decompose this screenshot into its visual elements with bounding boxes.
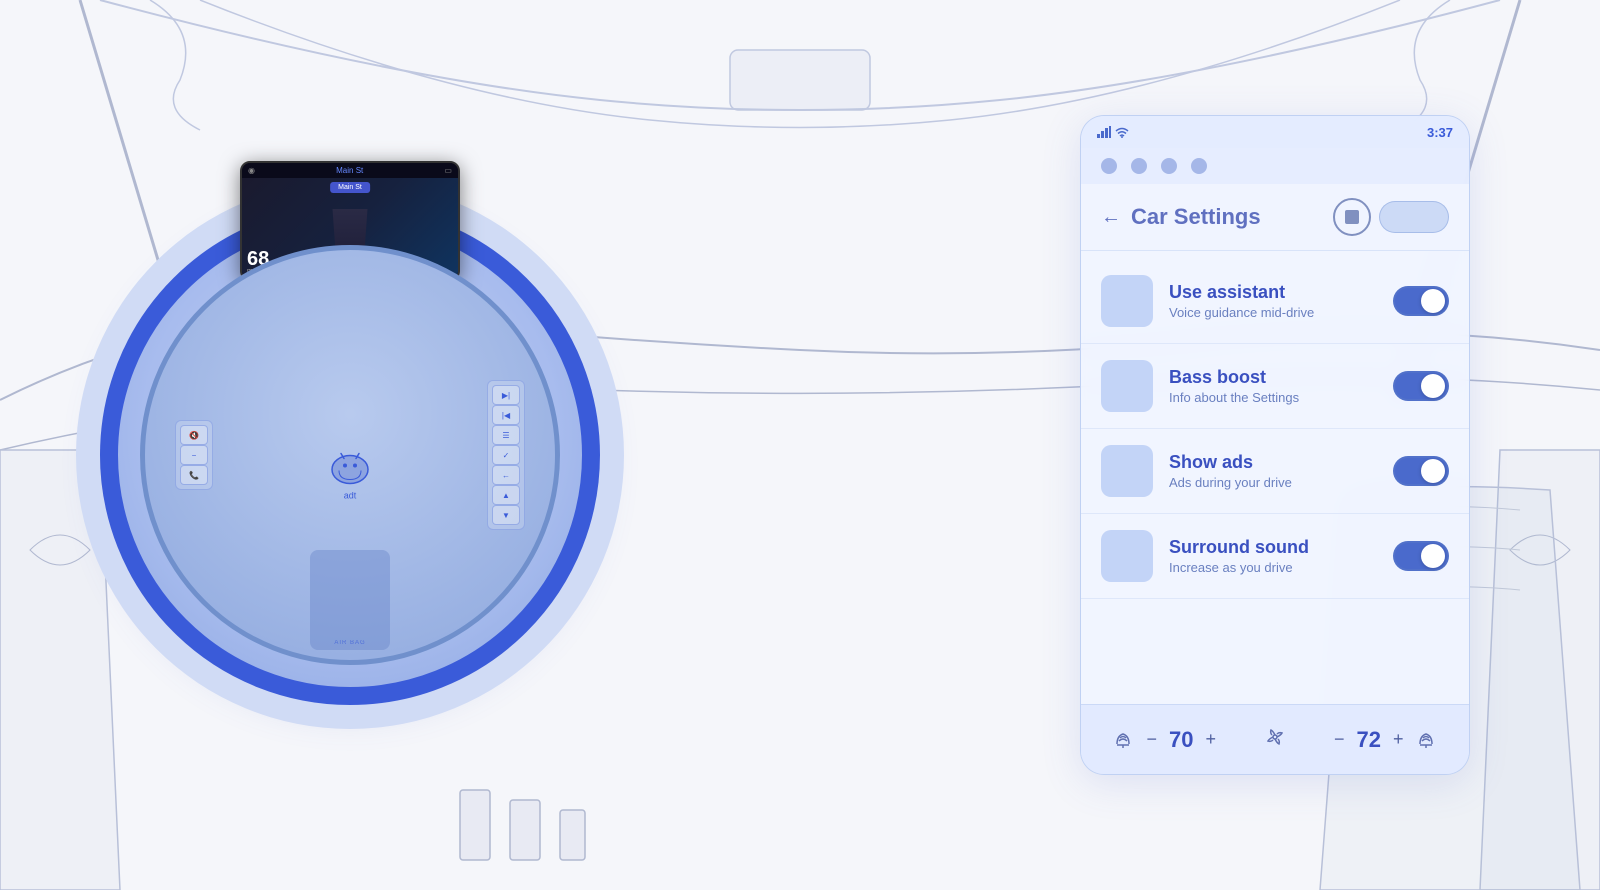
status-bar: 3:37 bbox=[1081, 116, 1469, 148]
steering-buttons-left: 🔇 − 📞 bbox=[175, 420, 213, 490]
header-left: ← Car Settings bbox=[1101, 204, 1261, 230]
setting-text-surround-sound: Surround sound Increase as you drive bbox=[1169, 537, 1377, 575]
wifi-icon bbox=[1115, 126, 1129, 138]
panel-title: Car Settings bbox=[1131, 204, 1261, 230]
climate-left-minus[interactable]: − bbox=[1142, 729, 1161, 750]
setting-item-show-ads: Show ads Ads during your drive bbox=[1081, 429, 1469, 514]
up-btn[interactable]: ▲ bbox=[492, 485, 520, 505]
mute-btn[interactable]: 🔇 bbox=[180, 425, 208, 445]
skip-back-btn[interactable]: |◀ bbox=[492, 405, 520, 425]
nav-street: Main St bbox=[336, 166, 363, 175]
setting-icon-use-assistant bbox=[1101, 275, 1153, 327]
vol-down-btn[interactable]: − bbox=[180, 445, 208, 465]
phone-btn[interactable]: 📞 bbox=[180, 465, 208, 485]
down-btn[interactable]: ▼ bbox=[492, 505, 520, 525]
panel-dot-2 bbox=[1131, 158, 1147, 174]
steering-outer-ring: ◉ Main St ▭ Main St 68 mph bbox=[100, 205, 600, 705]
airbag-label: AIR BAG bbox=[334, 640, 365, 646]
climate-right-minus[interactable]: − bbox=[1330, 729, 1349, 750]
setting-icon-surround-sound bbox=[1101, 530, 1153, 582]
heat-seat-right-icon bbox=[1415, 726, 1437, 754]
settings-panel: 3:37 ← Car Settings Use assistant Voice … bbox=[1080, 115, 1470, 775]
setting-text-use-assistant: Use assistant Voice guidance mid-drive bbox=[1169, 282, 1377, 320]
climate-left-plus[interactable]: + bbox=[1201, 729, 1220, 750]
panel-dot-4 bbox=[1191, 158, 1207, 174]
menu-btn[interactable]: ☰ bbox=[492, 425, 520, 445]
setting-name-use-assistant: Use assistant bbox=[1169, 282, 1377, 303]
setting-name-surround-sound: Surround sound bbox=[1169, 537, 1377, 558]
steering-bottom-spoke: AIR BAG bbox=[310, 550, 390, 650]
setting-desc-surround-sound: Increase as you drive bbox=[1169, 560, 1377, 575]
steering-wheel-section: ◉ Main St ▭ Main St 68 mph bbox=[60, 80, 640, 830]
android-label: adt bbox=[325, 491, 375, 501]
setting-name-bass-boost: Bass boost bbox=[1169, 367, 1377, 388]
panel-dot-1 bbox=[1101, 158, 1117, 174]
settings-list: Use assistant Voice guidance mid-drive B… bbox=[1081, 251, 1469, 701]
header-right bbox=[1333, 198, 1449, 236]
setting-text-show-ads: Show ads Ads during your drive bbox=[1169, 452, 1377, 490]
setting-text-bass-boost: Bass boost Info about the Settings bbox=[1169, 367, 1377, 405]
setting-desc-show-ads: Ads during your drive bbox=[1169, 475, 1377, 490]
android-logo: adt bbox=[325, 450, 375, 501]
steering-left-group: 🔇 − 📞 bbox=[175, 420, 213, 490]
setting-icon-show-ads bbox=[1101, 445, 1153, 497]
nav-street-label: Main St bbox=[330, 182, 370, 193]
header-pill[interactable] bbox=[1379, 201, 1449, 233]
steering-right-group: ▶| |◀ ☰ ✓ ← ▲ ▼ bbox=[487, 380, 525, 530]
steering-buttons-right: ▶| |◀ ☰ ✓ ← ▲ ▼ bbox=[487, 380, 525, 530]
panel-dots-row bbox=[1081, 148, 1469, 184]
toggle-knob-bass-boost bbox=[1421, 374, 1445, 398]
climate-right: − 72 + bbox=[1330, 726, 1438, 754]
setting-desc-bass-boost: Info about the Settings bbox=[1169, 390, 1377, 405]
climate-center bbox=[1263, 725, 1287, 755]
setting-icon-bass-boost bbox=[1101, 360, 1153, 412]
climate-left: − 70 + bbox=[1112, 726, 1220, 754]
back-button[interactable]: ← bbox=[1101, 206, 1121, 229]
check-btn[interactable]: ✓ bbox=[492, 445, 520, 465]
climate-right-value: 72 bbox=[1356, 727, 1380, 753]
stop-button[interactable] bbox=[1333, 198, 1371, 236]
arrow-btn[interactable]: ← bbox=[492, 465, 520, 485]
skip-fwd-btn[interactable]: ▶| bbox=[492, 385, 520, 405]
panel-header: ← Car Settings bbox=[1081, 184, 1469, 251]
climate-left-value: 70 bbox=[1169, 727, 1193, 753]
setting-desc-use-assistant: Voice guidance mid-drive bbox=[1169, 305, 1377, 320]
signal-icon bbox=[1097, 126, 1111, 138]
setting-item-use-assistant: Use assistant Voice guidance mid-drive bbox=[1081, 259, 1469, 344]
toggle-bass-boost[interactable] bbox=[1393, 371, 1449, 401]
toggle-knob-show-ads bbox=[1421, 459, 1445, 483]
toggle-knob-use-assistant bbox=[1421, 289, 1445, 313]
toggle-surround-sound[interactable] bbox=[1393, 541, 1449, 571]
status-left bbox=[1097, 126, 1129, 138]
steering-inner: 🔇 − 📞 ▶| |◀ ☰ ✓ ← ▲ ▼ bbox=[140, 245, 560, 665]
setting-item-bass-boost: Bass boost Info about the Settings bbox=[1081, 344, 1469, 429]
stop-icon bbox=[1345, 210, 1359, 224]
panel-dot-3 bbox=[1161, 158, 1177, 174]
setting-name-show-ads: Show ads bbox=[1169, 452, 1377, 473]
setting-item-surround-sound: Surround sound Increase as you drive bbox=[1081, 514, 1469, 599]
status-time: 3:37 bbox=[1427, 125, 1453, 140]
heat-seat-icon bbox=[1112, 726, 1134, 754]
toggle-use-assistant[interactable] bbox=[1393, 286, 1449, 316]
fan-icon bbox=[1263, 725, 1287, 755]
toggle-knob-surround-sound bbox=[1421, 544, 1445, 568]
toggle-show-ads[interactable] bbox=[1393, 456, 1449, 486]
nav-top-bar: ◉ Main St ▭ bbox=[242, 163, 458, 178]
climate-bar: − 70 + − 72 + bbox=[1081, 704, 1469, 774]
climate-right-plus[interactable]: + bbox=[1389, 729, 1408, 750]
